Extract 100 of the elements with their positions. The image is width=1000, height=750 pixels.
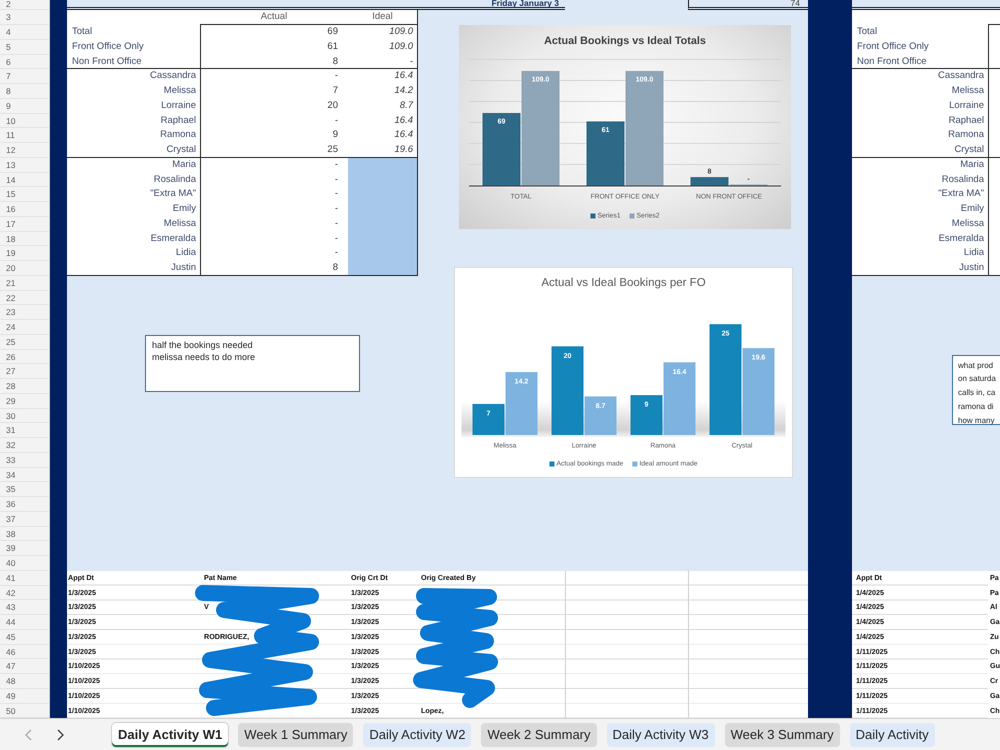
- row-label: Maria: [171, 158, 197, 172]
- sheet-tab[interactable]: Daily Activity W3: [606, 722, 715, 746]
- row-label: Emily: [172, 202, 197, 216]
- row-number[interactable]: 36: [0, 497, 49, 512]
- row-number[interactable]: 33: [0, 452, 49, 468]
- comment-box: half the bookings needed melissa needs to do more: [145, 334, 360, 392]
- sheet-tab[interactable]: Week 3 Summary: [724, 722, 840, 746]
- row-number[interactable]: 37: [0, 512, 49, 527]
- actual-value: 61: [200, 40, 348, 55]
- chevron-left-icon: [24, 728, 32, 740]
- row-number[interactable]: 19: [0, 246, 49, 262]
- ideal-value: 109.0: [388, 40, 414, 54]
- row-label: Rosalinda: [152, 172, 197, 187]
- row-number[interactable]: 45: [0, 630, 49, 645]
- chart-title: Actual vs Ideal Bookings per FO: [541, 277, 706, 290]
- actual-value: 20: [200, 98, 348, 114]
- row-number[interactable]: 44: [0, 615, 49, 630]
- row-label: Non Front Office: [852, 54, 1000, 70]
- row-number[interactable]: 7: [0, 69, 49, 84]
- row-label: Melissa: [162, 84, 197, 98]
- row-number[interactable]: 14: [0, 172, 49, 188]
- ideal-value: 8.7: [398, 98, 414, 113]
- row-number[interactable]: 18: [0, 232, 49, 246]
- row-number[interactable]: 40: [0, 556, 49, 571]
- row-number[interactable]: 41: [0, 570, 49, 586]
- row-number[interactable]: 34: [0, 468, 49, 482]
- row-label: Non Front Office: [67, 54, 200, 70]
- row-number[interactable]: 32: [0, 438, 49, 453]
- row-number[interactable]: 23: [0, 305, 49, 320]
- chart-title: Actual Bookings vs Ideal Totals: [544, 35, 706, 48]
- row-number[interactable]: 5: [0, 40, 49, 55]
- row-number[interactable]: 13: [0, 158, 49, 173]
- ideal-value: 109.0: [388, 25, 414, 40]
- row-number[interactable]: 24: [0, 320, 49, 335]
- row-label: Esmeralda: [150, 232, 197, 246]
- row-number[interactable]: 15: [0, 187, 49, 202]
- row-number[interactable]: 39: [0, 541, 49, 556]
- row-number[interactable]: 21: [0, 276, 49, 291]
- highlighted-cell: [348, 158, 417, 173]
- row-number[interactable]: 47: [0, 659, 49, 674]
- row-number[interactable]: 2: [0, 0, 49, 10]
- row-number[interactable]: 22: [0, 290, 49, 306]
- row-number[interactable]: 35: [0, 482, 49, 498]
- actual-value: -: [200, 69, 348, 84]
- row-number[interactable]: 28: [0, 379, 49, 394]
- row-number[interactable]: 26: [0, 350, 49, 364]
- sheet-tab[interactable]: Week 2 Summary: [481, 722, 597, 746]
- ideal-value: 16.4: [394, 114, 414, 128]
- row-number[interactable]: 8: [0, 84, 49, 99]
- row-number[interactable]: 38: [0, 526, 49, 542]
- row-label: Cassandra: [149, 69, 197, 84]
- actual-value: 8: [200, 261, 348, 276]
- row-label: Crystal: [67, 143, 200, 158]
- row-number[interactable]: 48: [0, 674, 49, 689]
- row-label: Ramona: [159, 128, 197, 142]
- actual-value: 8: [200, 54, 348, 70]
- ideal-value: 14.2: [394, 84, 414, 98]
- row-label: Lidia: [174, 246, 197, 260]
- row-number[interactable]: 17: [0, 216, 49, 232]
- column-header: Actual: [200, 10, 348, 26]
- row-number[interactable]: 10: [0, 114, 49, 128]
- row-label: Justin: [67, 261, 200, 276]
- row-number[interactable]: 25: [0, 334, 49, 350]
- sheet-tab[interactable]: Week 1 Summary: [238, 722, 354, 746]
- sheet-tab[interactable]: Daily Activity W1: [112, 722, 228, 746]
- sheet-tab[interactable]: Daily Activity W2: [363, 722, 472, 746]
- row-number[interactable]: 27: [0, 364, 49, 380]
- row-number[interactable]: 16: [0, 202, 49, 217]
- row-number[interactable]: 6: [0, 54, 49, 70]
- row-number[interactable]: 43: [0, 600, 49, 616]
- comment-box: what prod on saturda calls in, ca ramona di how many: [952, 354, 1000, 425]
- row-label: "Extra MA": [149, 187, 197, 202]
- row-number[interactable]: 42: [0, 586, 49, 600]
- row-number[interactable]: 11: [0, 128, 49, 144]
- row-number[interactable]: 46: [0, 644, 49, 660]
- actual-value: 25: [200, 143, 348, 158]
- row-label: Total: [71, 25, 94, 40]
- row-label: Raphael: [160, 114, 197, 128]
- row-number[interactable]: 9: [0, 98, 49, 114]
- ideal-value: -: [348, 54, 417, 70]
- ideal-value: 16.4: [394, 69, 414, 84]
- row-label: Lorraine: [160, 98, 197, 113]
- row-number[interactable]: 29: [0, 394, 49, 409]
- chevron-right-icon: [56, 728, 64, 740]
- ideal-value: 16.4: [394, 128, 414, 142]
- row-number[interactable]: 49: [0, 688, 49, 704]
- row-number[interactable]: 12: [0, 143, 49, 158]
- row-label: Justin: [852, 261, 1000, 276]
- row-number[interactable]: 20: [0, 261, 49, 276]
- row-label: Melissa: [162, 216, 197, 231]
- sheet-tab[interactable]: Daily Activity: [850, 722, 935, 746]
- row-label: Crystal: [852, 143, 1000, 158]
- row-number[interactable]: 4: [0, 25, 49, 40]
- actual-value: -: [200, 114, 348, 128]
- row-number[interactable]: 30: [0, 408, 49, 424]
- row-label: Front Office Only: [71, 40, 145, 54]
- actual-value: 7: [200, 84, 348, 99]
- row-number[interactable]: 31: [0, 423, 49, 438]
- row-number[interactable]: 3: [0, 10, 49, 26]
- actual-value: 9: [200, 128, 348, 144]
